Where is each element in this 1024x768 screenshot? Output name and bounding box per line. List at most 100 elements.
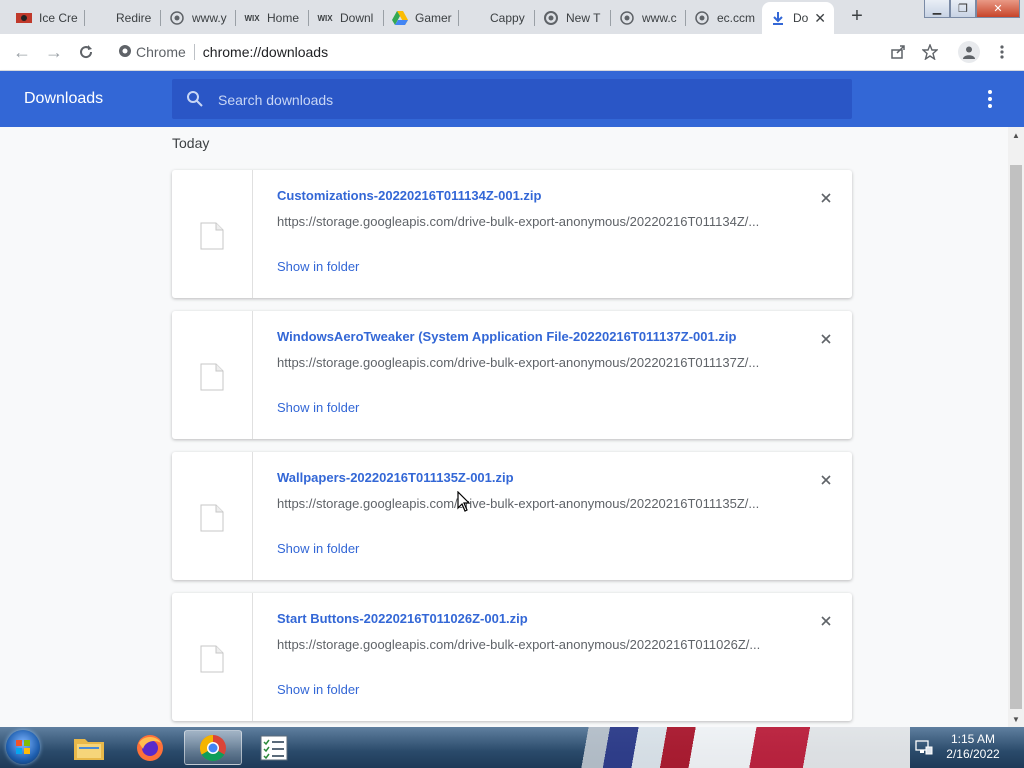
vertical-scrollbar[interactable]: ▲ ▼: [1008, 127, 1024, 727]
remove-from-list-icon[interactable]: [816, 470, 836, 490]
chrome-menu-button[interactable]: [992, 42, 1012, 62]
blank-favicon: [93, 10, 109, 26]
share-icon[interactable]: [888, 42, 908, 62]
download-item: Wallpapers-20220216T011135Z-001.zip http…: [172, 452, 852, 580]
taskbar-chrome[interactable]: [184, 730, 242, 765]
file-name-link[interactable]: Start Buttons-20220216T011026Z-001.zip: [277, 611, 528, 626]
firefox-icon: [137, 734, 163, 761]
scroll-up-arrow-icon[interactable]: ▲: [1008, 127, 1024, 143]
close-tab-icon[interactable]: ✕: [814, 10, 826, 27]
source-url-link[interactable]: https://storage.googleapis.com/drive-bul…: [277, 214, 777, 229]
remove-from-list-icon[interactable]: [816, 329, 836, 349]
person-icon: [963, 46, 975, 59]
mouse-cursor-icon: [457, 491, 471, 512]
network-icon[interactable]: [914, 737, 934, 757]
tab-title: www.c: [642, 11, 677, 25]
tab-gamer[interactable]: Gamer: [384, 4, 459, 32]
taskbar-task-app[interactable]: [248, 730, 300, 765]
section-heading: Today: [172, 135, 210, 151]
back-button[interactable]: ←: [10, 40, 34, 64]
tab-cappy[interactable]: Cappy: [459, 4, 535, 32]
start-button[interactable]: [6, 730, 40, 764]
remove-from-list-icon[interactable]: [816, 188, 836, 208]
file-name-link[interactable]: Customizations-20220216T011134Z-001.zip: [277, 188, 541, 203]
tab-ice-cream[interactable]: Ice Cre: [8, 4, 85, 32]
file-icon: [200, 504, 224, 532]
downloads-menu-button[interactable]: [980, 89, 1000, 109]
source-url-link[interactable]: https://storage.googleapis.com/drive-bul…: [277, 637, 777, 652]
tab-ec-ccm[interactable]: ec.ccm: [686, 4, 761, 32]
download-item: Start Buttons-20220216T011026Z-001.zip h…: [172, 593, 852, 721]
checklist-icon: [260, 735, 288, 760]
tab-title: ec.ccm: [717, 11, 756, 25]
ice-cream-favicon: [16, 10, 32, 26]
tab-title: Gamer: [415, 11, 452, 25]
minimize-button[interactable]: ▁: [924, 0, 950, 18]
remove-from-list-icon[interactable]: [816, 611, 836, 631]
forward-button[interactable]: →: [42, 40, 66, 64]
tab-title: Downl: [340, 11, 374, 25]
download-icon: [770, 10, 786, 26]
taskbar-firefox[interactable]: [124, 730, 176, 765]
search-icon: [186, 90, 204, 113]
tab-title: Redire: [116, 11, 152, 25]
scroll-down-arrow-icon[interactable]: ▼: [1008, 711, 1024, 727]
tab-title: www.y: [192, 11, 227, 25]
taskbar-file-explorer[interactable]: [63, 730, 115, 765]
tab-title: Do: [793, 11, 809, 25]
show-in-folder-link[interactable]: Show in folder: [277, 682, 359, 697]
desktop-wallpaper-peek: [560, 727, 910, 768]
system-clock[interactable]: 1:15 AM 2/16/2022: [940, 732, 1006, 762]
tab-www-y[interactable]: www.y: [161, 4, 236, 32]
chrome-icon: [543, 10, 559, 26]
clock-time: 1:15 AM: [950, 732, 996, 746]
show-in-folder-link[interactable]: Show in folder: [277, 259, 359, 274]
tab-wix-download[interactable]: WIX Downl: [309, 4, 384, 32]
tab-strip: Ice Cre Redire www.y WIX Home WIX Downl …: [0, 0, 1024, 34]
wix-favicon: WIX: [317, 13, 333, 23]
scrollbar-thumb[interactable]: [1010, 165, 1022, 709]
file-icon: [200, 363, 224, 391]
tab-new-tab[interactable]: New T: [535, 4, 611, 32]
clock-date: 2/16/2022: [946, 747, 1000, 761]
tab-title: Home: [267, 11, 300, 25]
globe-icon: [694, 10, 710, 26]
file-icon: [200, 222, 224, 250]
search-box[interactable]: [172, 79, 852, 119]
new-tab-button[interactable]: +: [846, 6, 868, 28]
address-bar[interactable]: Chrome chrome://downloads: [110, 38, 884, 66]
source-url-link[interactable]: https://storage.googleapis.com/drive-bul…: [277, 355, 777, 370]
tab-title: Cappy: [490, 11, 525, 25]
tab-redirect[interactable]: Redire: [85, 4, 161, 32]
site-label: Chrome: [136, 44, 186, 60]
globe-icon: [169, 10, 185, 26]
profile-avatar[interactable]: [958, 41, 980, 63]
browser-toolbar: ← → Chrome chrome://downloads: [0, 34, 1024, 71]
search-input[interactable]: [216, 88, 820, 112]
tab-title: Ice Cre: [39, 11, 78, 25]
source-url-link[interactable]: https://storage.googleapis.com/drive-bul…: [277, 496, 777, 511]
reload-button[interactable]: [74, 40, 98, 64]
window-controls: ▁ ❐ ✕: [924, 0, 1020, 20]
restore-button[interactable]: ❐: [950, 0, 976, 18]
file-icon: [200, 645, 224, 673]
tab-www-c[interactable]: www.c: [611, 4, 686, 32]
blank-favicon: [467, 10, 483, 26]
bookmark-star-icon[interactable]: [920, 42, 940, 62]
file-name-link[interactable]: WindowsAeroTweaker (System Application F…: [277, 329, 736, 344]
tab-downloads[interactable]: Do ✕: [762, 2, 834, 34]
wix-favicon: WIX: [244, 13, 260, 23]
windows-logo-icon: [16, 740, 30, 754]
windows-taskbar: 1:15 AM 2/16/2022: [0, 727, 1024, 768]
download-item: Customizations-20220216T011134Z-001.zip …: [172, 170, 852, 298]
show-in-folder-link[interactable]: Show in folder: [277, 400, 359, 415]
downloads-list: Today Customizations-20220216T011134Z-00…: [0, 127, 1008, 727]
file-name-link[interactable]: Wallpapers-20220216T011135Z-001.zip: [277, 470, 514, 485]
show-in-folder-link[interactable]: Show in folder: [277, 541, 359, 556]
tab-title: New T: [566, 11, 601, 25]
close-window-button[interactable]: ✕: [976, 0, 1020, 18]
tab-wix-home[interactable]: WIX Home: [236, 4, 309, 32]
url-text: chrome://downloads: [202, 44, 329, 60]
downloads-header: Downloads: [0, 71, 1024, 127]
chrome-icon: [199, 734, 226, 761]
